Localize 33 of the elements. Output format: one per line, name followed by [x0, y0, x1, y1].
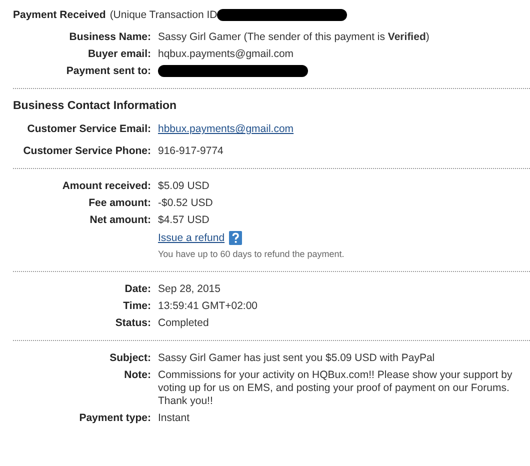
field-label: Payment type: [78, 412, 151, 425]
field-label: Customer Service Phone: [22, 145, 151, 158]
field-value: $5.09 USD [158, 180, 210, 193]
field-value: Sep 28, 2015 [158, 283, 222, 296]
field-label: Subject: [108, 352, 151, 365]
section-heading: Business Contact Information [13, 100, 178, 112]
refund-hint: You have up to 60 days to refund the payment. [158, 248, 346, 261]
field-label: Status: [114, 317, 151, 330]
help-icon[interactable] [228, 231, 242, 245]
field-value: 13:59:41 GMT+02:00 [158, 300, 259, 313]
transaction-id-label: (Unique Transaction ID [110, 9, 218, 21]
field-value: Commissions for your activity on HQBux.com!! Please show your support by voting up for us on EMS, and posting your proof of payment on our Forums. Thank you!! [158, 369, 514, 408]
page-title: Payment Received [13, 9, 106, 21]
email-link[interactable]: hbbux.payments@gmail.com [158, 123, 528, 136]
field-label: Date: [124, 283, 151, 296]
field-label: Fee amount: [88, 197, 151, 210]
field-value: Completed [158, 317, 210, 330]
field-value: hqbux.payments@gmail.com [158, 48, 295, 61]
field-label: Business Name: [68, 31, 151, 44]
field-label: Customer Service Email: [26, 123, 151, 136]
field-value: $4.57 USD [158, 214, 210, 227]
refund-link[interactable]: Issue a refund [158, 232, 225, 244]
field-value: -$0.52 USD [158, 197, 214, 210]
field-label: Payment sent to: [65, 65, 151, 78]
field-value: Sassy Girl Gamer has just sent you $5.09 USD with PayPal [158, 352, 436, 365]
field-label: Note: [123, 369, 151, 383]
field-value: 916-917-9774 [158, 145, 224, 158]
field-label: Net amount: [88, 214, 151, 227]
field-value: Sassy Girl Gamer (The sender of this payment is Verified) [158, 31, 430, 44]
field-label: Buyer email: [86, 48, 151, 61]
field-value: Instant [158, 412, 191, 425]
field-label: Amount received: [61, 180, 151, 193]
field-label: Time: [122, 300, 151, 313]
